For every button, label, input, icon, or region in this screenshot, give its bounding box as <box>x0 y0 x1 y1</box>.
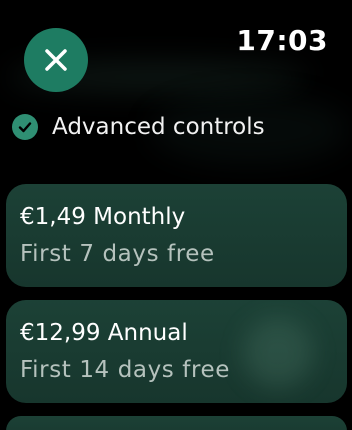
feature-advanced-controls: Advanced controls <box>12 114 265 140</box>
feature-label: Advanced controls <box>52 114 265 140</box>
plan-subtitle: First 7 days free <box>20 241 215 267</box>
status-time: 17:03 <box>236 24 328 57</box>
close-button[interactable] <box>24 28 88 92</box>
plan-title: €1,49 Monthly <box>20 204 186 230</box>
plan-option-partial[interactable] <box>6 416 347 430</box>
plan-subtitle: First 14 days free <box>20 357 231 383</box>
close-icon <box>45 49 67 71</box>
plan-option-monthly[interactable]: €1,49 Monthly First 7 days free <box>6 184 347 287</box>
check-circle-icon <box>12 114 38 140</box>
plan-option-annual[interactable]: €12,99 Annual First 14 days free <box>6 300 347 403</box>
plan-title: €12,99 Annual <box>20 320 188 346</box>
